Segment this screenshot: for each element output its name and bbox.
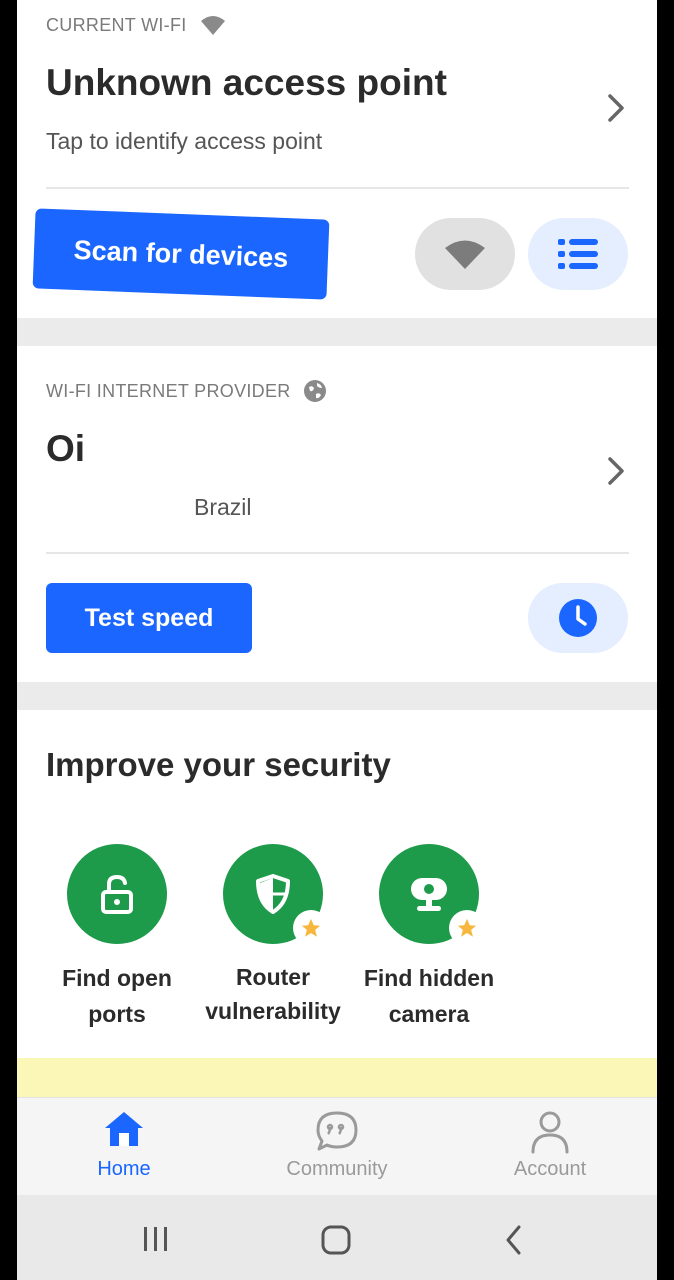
provider-name[interactable]: Oi xyxy=(46,428,85,470)
access-point-title[interactable]: Unknown access point xyxy=(46,62,447,104)
provider-caption: WI-FI INTERNET PROVIDER xyxy=(46,379,327,403)
test-speed-button[interactable]: Test speed xyxy=(46,583,252,653)
list-icon xyxy=(558,239,598,269)
nav-home-label: Home xyxy=(97,1158,151,1180)
chat-icon xyxy=(316,1111,358,1151)
clock-icon xyxy=(559,599,597,637)
find-hidden-camera-feature[interactable]: Find hidden camera xyxy=(354,844,504,1032)
back-icon[interactable] xyxy=(503,1224,525,1256)
chevron-right-icon[interactable] xyxy=(605,455,627,487)
wifi-icon xyxy=(200,16,225,35)
divider xyxy=(46,552,629,554)
nav-community[interactable]: Community xyxy=(267,1098,407,1196)
feature-label: Router vulnerability xyxy=(205,964,341,1024)
nav-home[interactable]: Home xyxy=(54,1098,194,1196)
home-system-icon[interactable] xyxy=(320,1224,352,1256)
promo-banner[interactable] xyxy=(17,1058,657,1098)
star-icon xyxy=(301,918,321,937)
feature-circle xyxy=(379,844,485,946)
divider xyxy=(46,187,629,189)
nav-community-label: Community xyxy=(286,1158,388,1180)
device-list-button[interactable] xyxy=(528,218,628,290)
provider-card: WI-FI INTERNET PROVIDER Oi Brazil Test s… xyxy=(17,346,657,682)
feature-label: Find hidden camera xyxy=(363,965,495,1027)
security-card: Improve your security Find open ports Ro… xyxy=(17,710,657,1058)
speed-history-button[interactable] xyxy=(528,583,628,653)
app-screen: CURRENT WI-FI Unknown access point Tap t… xyxy=(17,0,657,1280)
find-open-ports-feature[interactable]: Find open ports xyxy=(42,844,192,1032)
nav-account-label: Account xyxy=(513,1158,587,1180)
access-point-subtitle[interactable]: Tap to identify access point xyxy=(46,128,322,155)
person-icon xyxy=(531,1111,569,1154)
nav-account[interactable]: Account xyxy=(480,1098,620,1196)
open-lock-icon xyxy=(101,874,133,914)
chevron-right-icon[interactable] xyxy=(605,92,627,124)
feature-circle xyxy=(67,844,167,944)
camera-icon xyxy=(411,878,447,911)
shield-icon xyxy=(256,874,290,914)
globe-icon xyxy=(303,380,326,402)
star-icon xyxy=(457,918,477,937)
provider-country: Brazil xyxy=(194,494,252,520)
router-vulnerability-feature[interactable]: Router vulnerability xyxy=(198,844,348,1028)
security-heading: Improve your security xyxy=(46,746,391,783)
feature-circle xyxy=(223,844,329,946)
home-icon xyxy=(105,1112,143,1146)
system-navigation-bar xyxy=(17,1195,657,1280)
recent-apps-icon[interactable] xyxy=(141,1225,171,1253)
bottom-navigation: Home Community Account xyxy=(17,1097,657,1196)
feature-label: Find open ports xyxy=(62,965,172,1027)
current-wifi-card: CURRENT WI-FI Unknown access point Tap t… xyxy=(17,0,657,318)
current-wifi-caption: CURRENT WI-FI xyxy=(46,14,227,36)
premium-badge xyxy=(449,910,485,946)
premium-badge xyxy=(293,910,329,946)
wifi-icon xyxy=(445,240,485,269)
wifi-button[interactable] xyxy=(415,218,515,290)
scan-for-devices-button[interactable]: Scan for devices xyxy=(32,208,330,300)
